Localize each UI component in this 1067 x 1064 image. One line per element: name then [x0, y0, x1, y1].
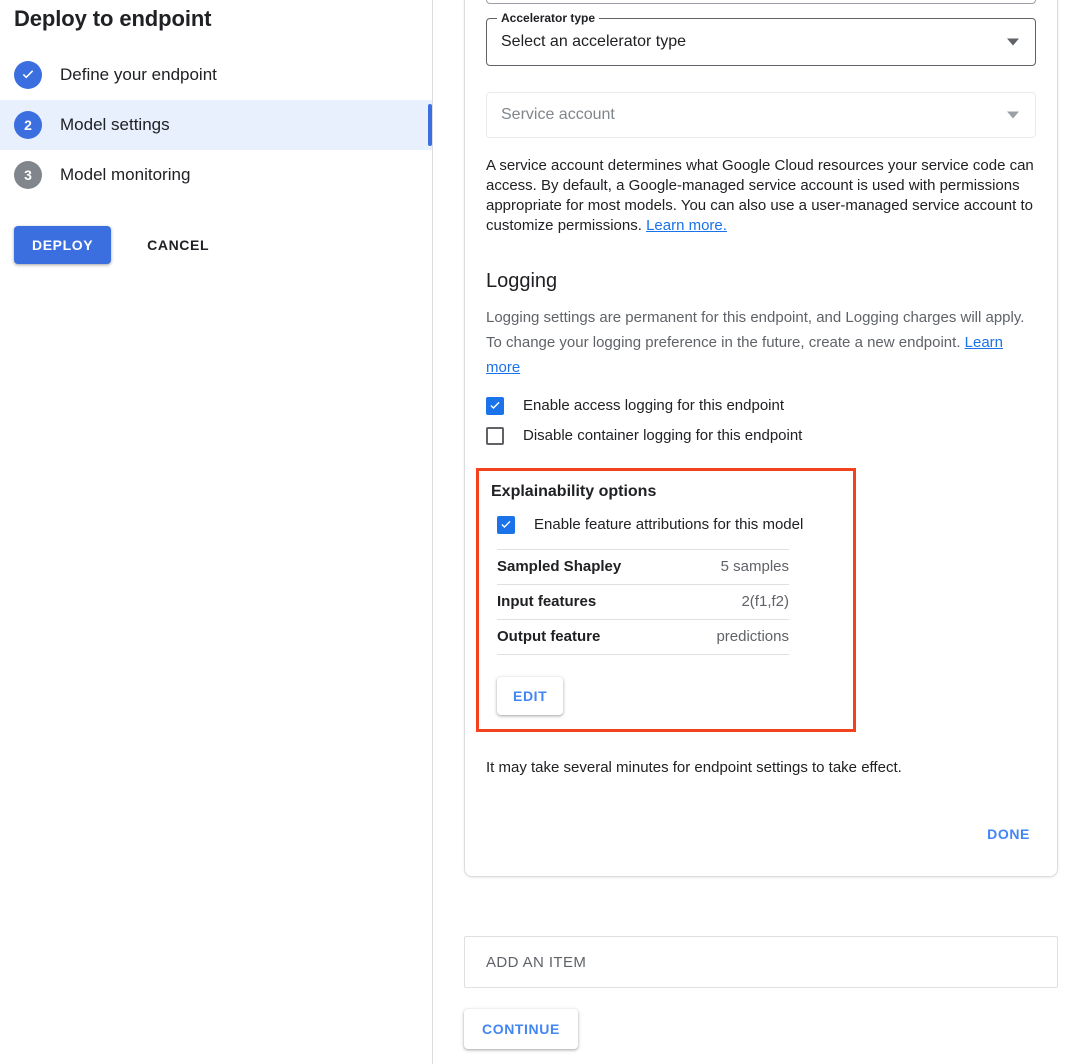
step-list: Define your endpoint 2 Model settings 3 …: [0, 50, 432, 200]
accelerator-type-label: Accelerator type: [497, 11, 600, 25]
service-account-help: A service account determines what Google…: [486, 156, 1036, 236]
endpoint-settings-notice: It may take several minutes for endpoint…: [486, 759, 902, 776]
sidebar-item-model-settings[interactable]: 2 Model settings: [0, 100, 432, 150]
enable-feature-attributions-label: Enable feature attributions for this mod…: [534, 516, 804, 533]
cancel-button[interactable]: CANCEL: [139, 226, 217, 264]
enable-feature-attributions-checkbox-row[interactable]: Enable feature attributions for this mod…: [497, 515, 841, 535]
table-cell-key: Output feature: [497, 628, 601, 645]
stepper-sidebar: Deploy to endpoint Define your endpoint …: [0, 0, 433, 1064]
edit-explainability-button[interactable]: EDIT: [497, 677, 564, 715]
chevron-down-icon: [1007, 38, 1019, 46]
page-title: Deploy to endpoint: [14, 6, 212, 31]
service-account-learn-more-link[interactable]: Learn more.: [646, 217, 727, 234]
enable-access-logging-checkbox-row[interactable]: Enable access logging for this endpoint: [486, 396, 1036, 416]
service-account-help-text: A service account determines what Google…: [486, 157, 1034, 234]
logging-section-title: Logging: [486, 270, 558, 292]
accelerator-type-select[interactable]: Accelerator type Select an accelerator t…: [486, 11, 1036, 66]
step-number-badge: 2: [14, 111, 42, 139]
add-an-item-label: ADD AN ITEM: [486, 953, 587, 971]
table-cell-key: Input features: [497, 593, 597, 610]
chevron-down-icon: [1007, 111, 1019, 119]
model-settings-card: Accelerator type Select an accelerator t…: [464, 0, 1058, 877]
step-complete-icon: [14, 61, 42, 89]
done-button[interactable]: DONE: [981, 818, 1036, 850]
add-an-item-button[interactable]: ADD AN ITEM: [464, 936, 1058, 988]
continue-button[interactable]: CONTINUE: [464, 1009, 578, 1049]
checkbox-checked-icon[interactable]: [486, 397, 504, 415]
explainability-summary-table: Sampled Shapley 5 samples Input features…: [497, 549, 789, 655]
sidebar-item-label: Model settings: [60, 115, 170, 134]
table-cell-value: 5 samples: [720, 558, 789, 575]
disable-container-logging-checkbox-row[interactable]: Disable container logging for this endpo…: [486, 426, 1036, 446]
disable-container-logging-label: Disable container logging for this endpo…: [523, 427, 803, 444]
explainability-title: Explainability options: [491, 483, 657, 500]
sidebar-item-label: Define your endpoint: [60, 65, 217, 84]
deploy-button[interactable]: DEPLOY: [14, 226, 112, 264]
service-account-placeholder: Service account: [501, 106, 615, 123]
service-account-select[interactable]: Service account: [486, 92, 1036, 138]
table-row: Sampled Shapley 5 samples: [497, 549, 789, 585]
explainability-options-box: Explainability options Enable feature at…: [476, 468, 856, 732]
deploy-to-endpoint-page: Deploy to endpoint Define your endpoint …: [0, 0, 1067, 1064]
previous-field-partial: [486, 0, 1036, 4]
card-footer: DONE: [486, 818, 1036, 876]
checkbox-checked-icon[interactable]: [497, 516, 515, 534]
checkbox-unchecked-icon[interactable]: [486, 427, 504, 445]
active-step-indicator: [428, 104, 432, 146]
logging-description-text: Logging settings are permanent for this …: [486, 309, 1025, 351]
accelerator-type-value: Select an accelerator type: [501, 33, 686, 50]
table-cell-key: Sampled Shapley: [497, 558, 622, 575]
sidebar-item-model-monitoring[interactable]: 3 Model monitoring: [0, 150, 432, 200]
logging-section-description: Logging settings are permanent for this …: [486, 305, 1036, 380]
table-cell-value: predictions: [716, 628, 789, 645]
step-number-badge: 3: [14, 161, 42, 189]
table-cell-value: 2(f1,f2): [741, 593, 789, 610]
model-settings-panel: Accelerator type Select an accelerator t…: [433, 0, 1067, 1064]
sidebar-item-label: Model monitoring: [60, 165, 191, 184]
table-row: Input features 2(f1,f2): [497, 584, 789, 620]
sidebar-item-define-your-endpoint[interactable]: Define your endpoint: [0, 50, 432, 100]
enable-access-logging-label: Enable access logging for this endpoint: [523, 397, 785, 414]
table-row: Output feature predictions: [497, 619, 789, 655]
sidebar-actions: DEPLOY CANCEL: [0, 226, 432, 264]
